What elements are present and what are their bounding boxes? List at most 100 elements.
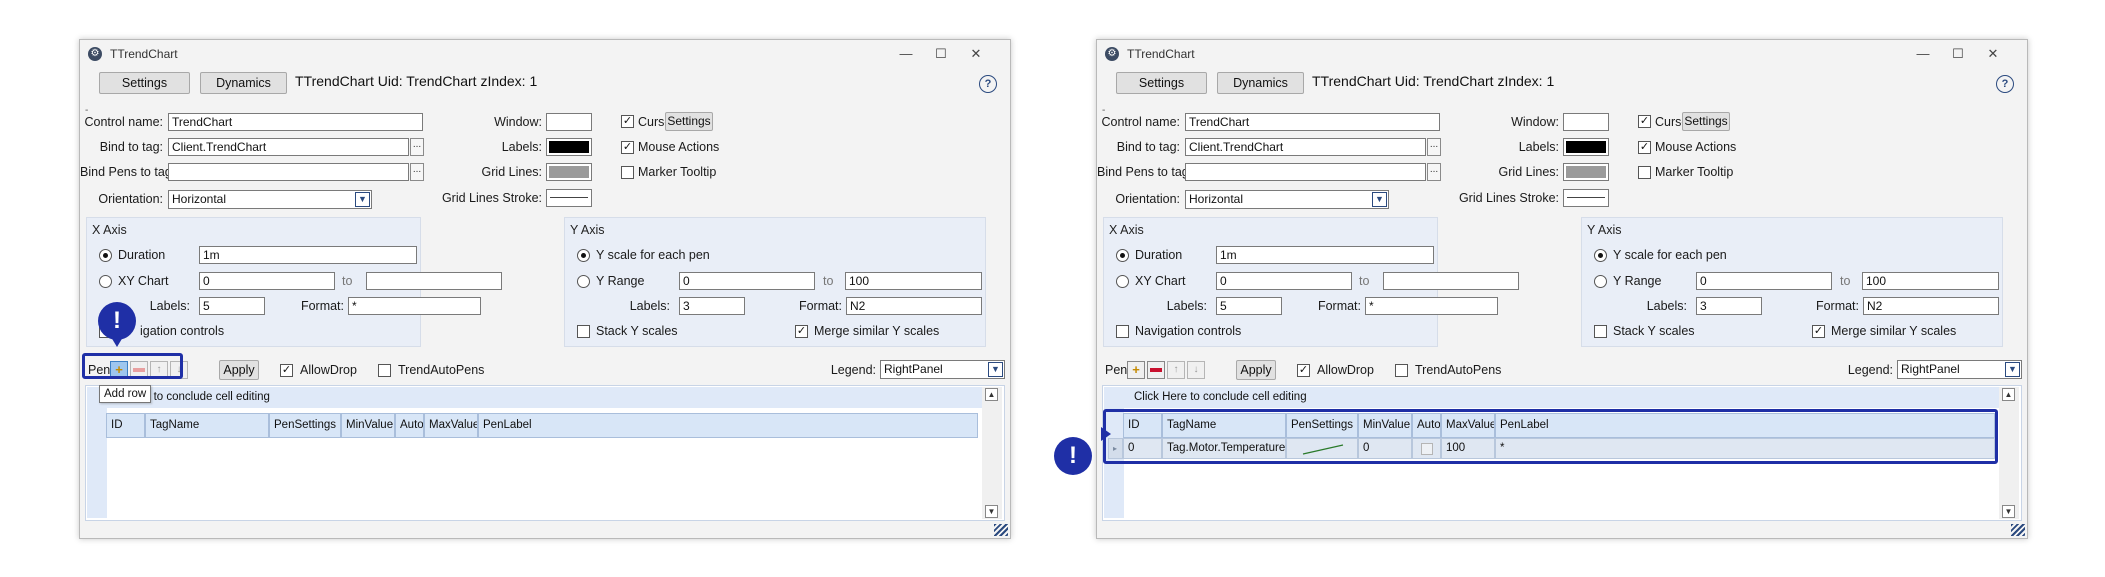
xy-to-input[interactable] <box>1383 272 1519 290</box>
help-icon[interactable]: ? <box>1996 75 2014 93</box>
chevron-down-icon[interactable]: ▼ <box>1372 192 1387 207</box>
close-icon[interactable]: ✕ <box>1975 43 2011 65</box>
y-range-from-input[interactable]: 0 <box>679 272 815 290</box>
duration-radio[interactable] <box>1116 249 1129 262</box>
xy-chart-radio[interactable] <box>1116 275 1129 288</box>
resize-grip-icon[interactable] <box>994 524 1008 536</box>
settings-tab-button[interactable]: Settings <box>99 72 190 94</box>
bind-pens-to-tag-input[interactable] <box>1185 163 1426 181</box>
window-color-swatch[interactable] <box>546 113 592 131</box>
y-format-input[interactable]: N2 <box>1863 297 1999 315</box>
resize-grip-icon[interactable] <box>2011 524 2025 536</box>
add-row-icon[interactable]: + <box>1127 361 1145 379</box>
marker-tooltip-checkbox[interactable] <box>621 166 634 179</box>
grid-lines-color-swatch[interactable] <box>546 163 592 181</box>
y-scale-each-pen-radio[interactable] <box>577 249 590 262</box>
x-labels-input[interactable]: 5 <box>199 297 265 315</box>
apply-button[interactable]: Apply <box>1236 360 1276 380</box>
minimize-icon[interactable]: — <box>888 43 924 65</box>
allowdrop-checkbox[interactable]: ✓ <box>1297 364 1310 377</box>
settings-tab-button[interactable]: Settings <box>1116 72 1207 94</box>
legend-select[interactable]: RightPanel ▼ <box>1897 360 2022 379</box>
labels-color-swatch[interactable] <box>1563 138 1609 156</box>
duration-radio[interactable] <box>99 249 112 262</box>
orientation-select[interactable]: Horizontal ▼ <box>1185 190 1389 209</box>
mouse-actions-checkbox[interactable]: ✓ <box>1638 141 1651 154</box>
column-header-penlabel[interactable]: PenLabel <box>478 413 978 438</box>
y-range-radio[interactable] <box>1594 275 1607 288</box>
trendautopens-checkbox[interactable] <box>378 364 391 377</box>
y-labels-input[interactable]: 3 <box>1696 297 1762 315</box>
duration-input[interactable]: 1m <box>1216 246 1434 264</box>
scroll-up-icon[interactable]: ▲ <box>2002 388 2015 401</box>
dynamics-tab-button[interactable]: Dynamics <box>200 72 287 94</box>
column-header-auto[interactable]: Auto <box>395 413 424 438</box>
xy-from-input[interactable]: 0 <box>199 272 335 290</box>
xy-from-input[interactable]: 0 <box>1216 272 1352 290</box>
move-up-icon[interactable]: ↑ <box>1167 361 1185 379</box>
stack-y-scales-checkbox[interactable] <box>1594 325 1607 338</box>
scroll-up-icon[interactable]: ▲ <box>985 388 998 401</box>
cursor-settings-button[interactable]: Settings <box>1682 112 1730 131</box>
grid-scrollbar[interactable]: ▲ ▼ <box>1999 387 2019 519</box>
allowdrop-checkbox[interactable]: ✓ <box>280 364 293 377</box>
x-labels-input[interactable]: 5 <box>1216 297 1282 315</box>
dynamics-tab-button[interactable]: Dynamics <box>1217 72 1304 94</box>
scroll-down-icon[interactable]: ▼ <box>985 505 998 518</box>
xy-to-input[interactable] <box>366 272 502 290</box>
maximize-icon[interactable]: ☐ <box>1940 43 1976 65</box>
stack-y-scales-checkbox[interactable] <box>577 325 590 338</box>
cursor-checkbox[interactable]: ✓ <box>621 115 634 128</box>
chevron-down-icon[interactable]: ▼ <box>2005 362 2020 377</box>
cursor-settings-button[interactable]: Settings <box>665 112 713 131</box>
bind-pens-to-tag-input[interactable] <box>168 163 409 181</box>
apply-button[interactable]: Apply <box>219 360 259 380</box>
xy-chart-radio[interactable] <box>99 275 112 288</box>
remove-row-button[interactable] <box>1147 361 1165 379</box>
bind-to-tag-browse-button[interactable]: ... <box>1427 138 1441 156</box>
bind-to-tag-input[interactable]: Client.TrendChart <box>1185 138 1426 156</box>
minimize-icon[interactable]: — <box>1905 43 1941 65</box>
y-scale-each-pen-radio[interactable] <box>1594 249 1607 262</box>
mouse-actions-checkbox[interactable]: ✓ <box>621 141 634 154</box>
x-format-input[interactable]: * <box>348 297 481 315</box>
grid-lines-stroke-picker[interactable] <box>546 189 592 207</box>
close-icon[interactable]: ✕ <box>958 43 994 65</box>
navigation-controls-checkbox[interactable] <box>1116 325 1129 338</box>
x-format-input[interactable]: * <box>1365 297 1498 315</box>
y-format-input[interactable]: N2 <box>846 297 982 315</box>
bind-pens-browse-button[interactable]: ... <box>410 163 424 181</box>
control-name-input[interactable]: TrendChart <box>1185 113 1440 131</box>
chevron-down-icon[interactable]: ▼ <box>988 362 1003 377</box>
column-header-minvalue[interactable]: MinValue <box>341 413 395 438</box>
column-header-maxvalue[interactable]: MaxValue <box>424 413 478 438</box>
column-header-id[interactable]: ID <box>106 413 145 438</box>
cursor-checkbox[interactable]: ✓ <box>1638 115 1651 128</box>
grid-lines-stroke-picker[interactable] <box>1563 189 1609 207</box>
help-icon[interactable]: ? <box>979 75 997 93</box>
orientation-select[interactable]: Horizontal ▼ <box>168 190 372 209</box>
conclude-editing-bar[interactable]: e to conclude cell editing <box>87 387 982 408</box>
window-color-swatch[interactable] <box>1563 113 1609 131</box>
control-name-input[interactable]: TrendChart <box>168 113 423 131</box>
merge-y-scales-checkbox[interactable]: ✓ <box>1812 325 1825 338</box>
move-down-icon[interactable]: ↓ <box>1187 361 1205 379</box>
duration-input[interactable]: 1m <box>199 246 417 264</box>
column-header-tagname[interactable]: TagName <box>145 413 269 438</box>
legend-select[interactable]: RightPanel ▼ <box>880 360 1005 379</box>
y-range-to-input[interactable]: 100 <box>845 272 982 290</box>
y-range-to-input[interactable]: 100 <box>1862 272 1999 290</box>
bind-to-tag-browse-button[interactable]: ... <box>410 138 424 156</box>
column-header-pensettings[interactable]: PenSettings <box>269 413 341 438</box>
maximize-icon[interactable]: ☐ <box>923 43 959 65</box>
grid-lines-color-swatch[interactable] <box>1563 163 1609 181</box>
merge-y-scales-checkbox[interactable]: ✓ <box>795 325 808 338</box>
y-labels-input[interactable]: 3 <box>679 297 745 315</box>
marker-tooltip-checkbox[interactable] <box>1638 166 1651 179</box>
y-range-radio[interactable] <box>577 275 590 288</box>
trendautopens-checkbox[interactable] <box>1395 364 1408 377</box>
labels-color-swatch[interactable] <box>546 138 592 156</box>
scroll-down-icon[interactable]: ▼ <box>2002 505 2015 518</box>
chevron-down-icon[interactable]: ▼ <box>355 192 370 207</box>
bind-to-tag-input[interactable]: Client.TrendChart <box>168 138 409 156</box>
